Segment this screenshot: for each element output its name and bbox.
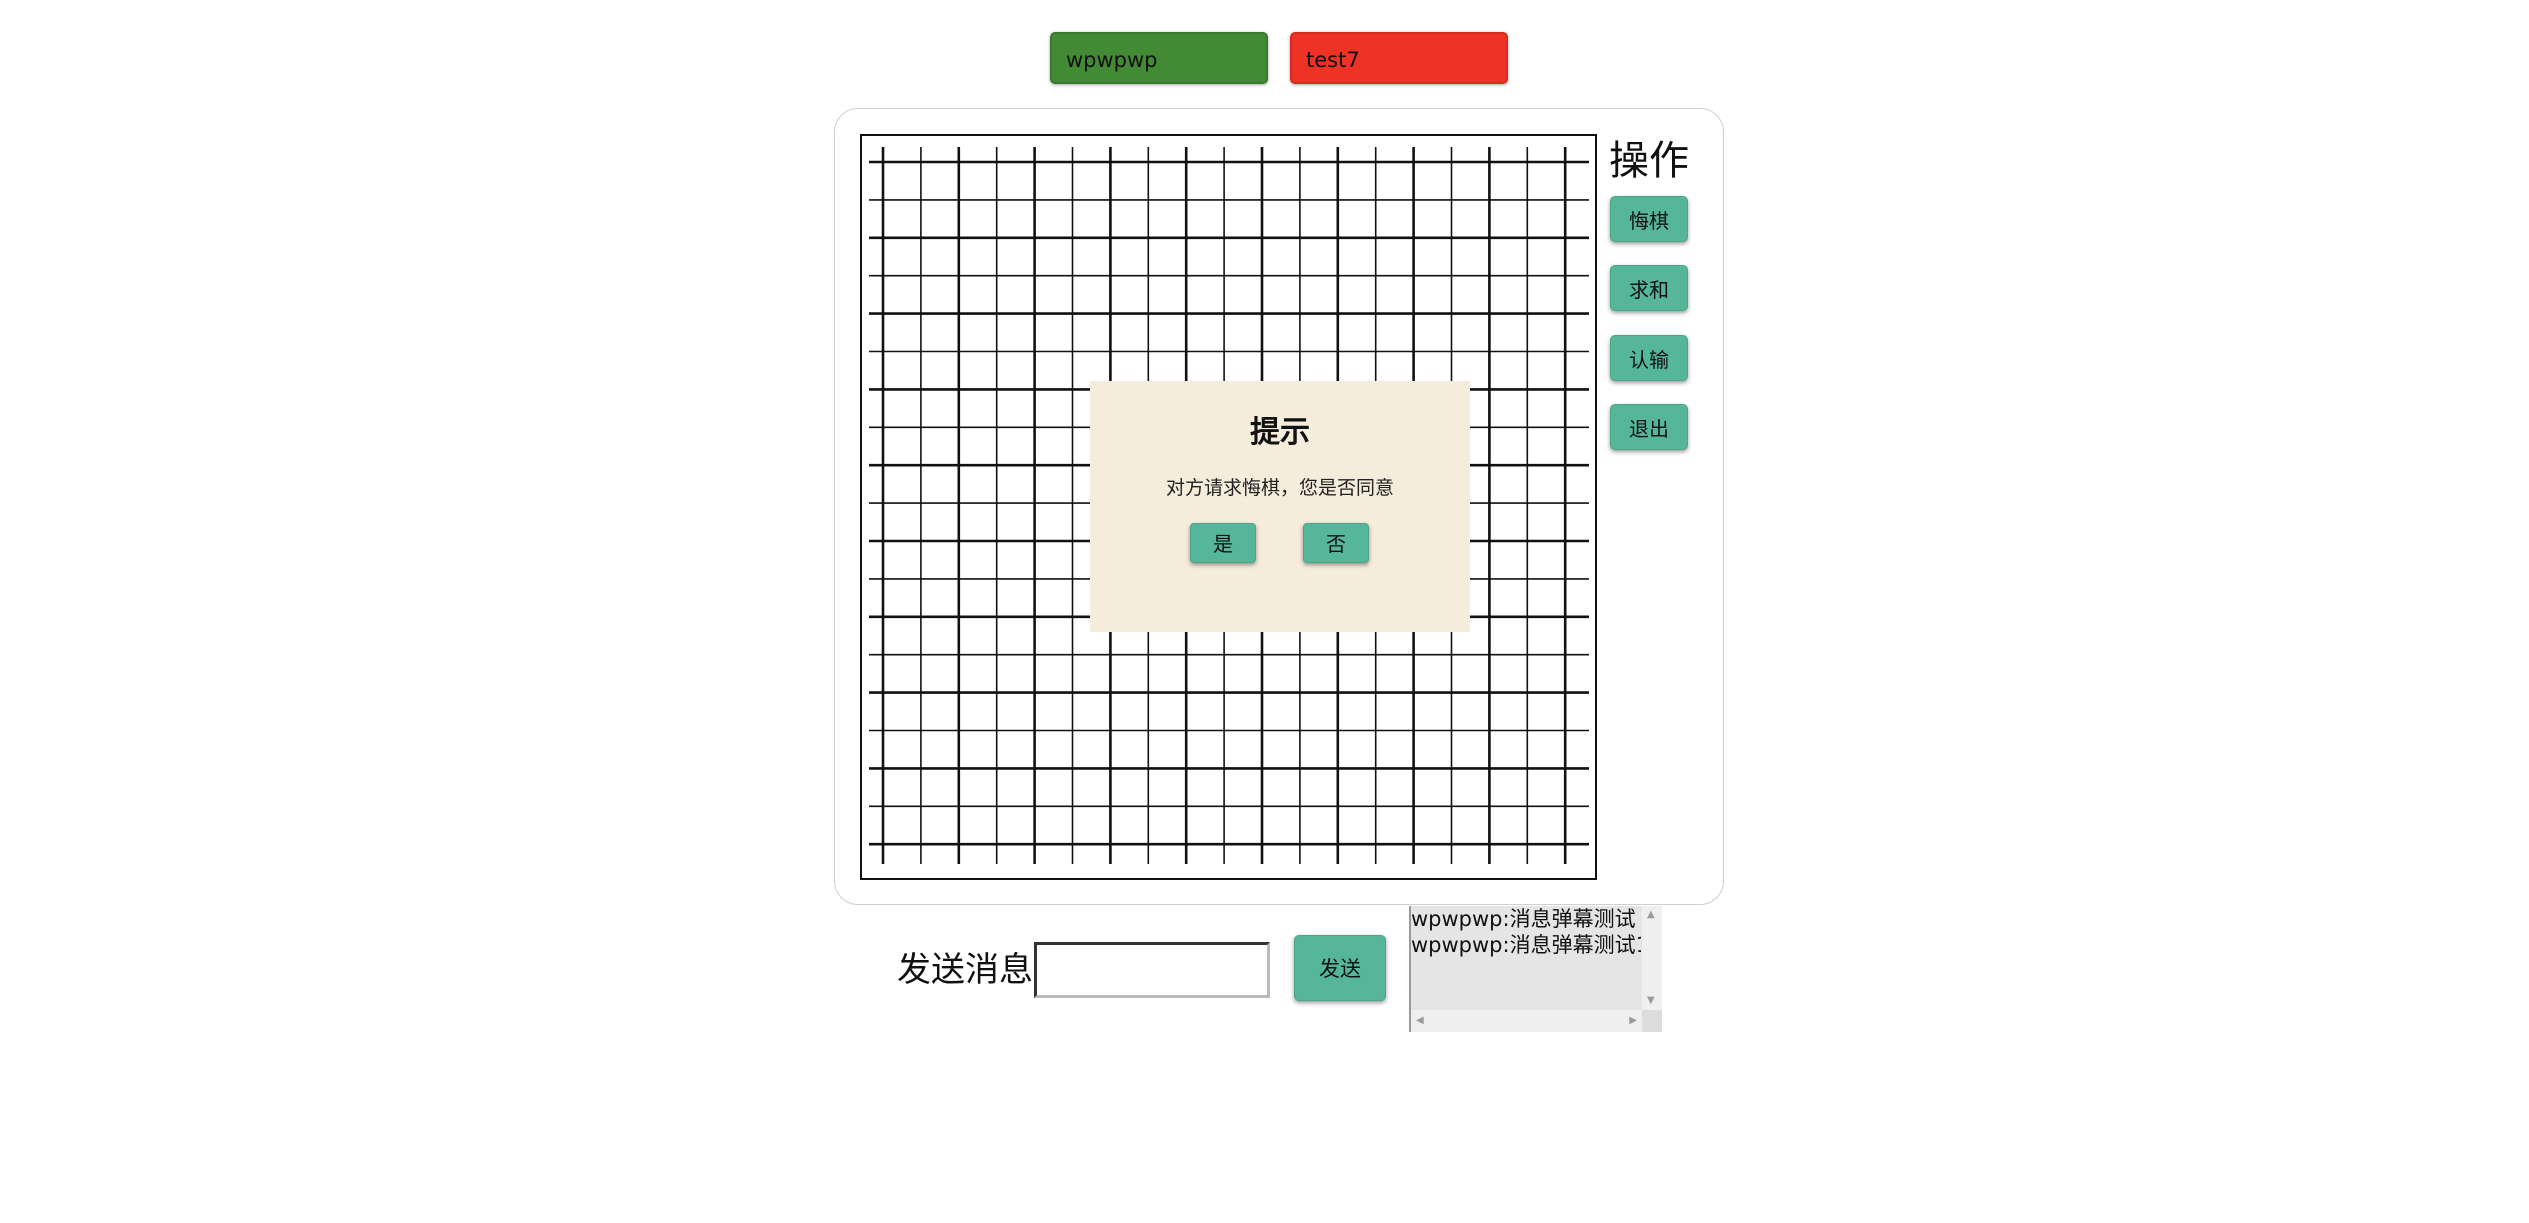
message-input[interactable] [1034,942,1270,998]
scroll-up-arrow-icon[interactable]: ▲ [1647,910,1655,920]
dialog-title: 提示 [1250,415,1310,450]
dialog-no-button[interactable]: 否 [1303,523,1369,563]
operations-title: 操作 [1609,138,1689,184]
scroll-left-arrow-icon[interactable]: ◀ [1416,1016,1424,1026]
scroll-right-arrow-icon[interactable]: ▶ [1629,1016,1637,1026]
request-draw-button[interactable]: 求和 [1610,265,1688,311]
vertical-scrollbar[interactable]: ▲ ▼ [1642,906,1662,1010]
chat-messages-box[interactable]: wpwpwp:消息弹幕测试 wpwpwp:消息弹幕测试1 ▲ ▼ ◀ ▶ [1409,906,1662,1032]
chat-message: wpwpwp:消息弹幕测试1 [1411,933,1641,957]
scroll-down-arrow-icon[interactable]: ▼ [1647,996,1655,1006]
player1-name-badge: wpwpwp [1050,32,1268,84]
horizontal-scrollbar[interactable]: ◀ ▶ [1411,1010,1642,1032]
resign-button[interactable]: 认输 [1610,335,1688,381]
chat-message: wpwpwp:消息弹幕测试 [1411,907,1636,931]
exit-button[interactable]: 退出 [1610,404,1688,450]
undo-move-button[interactable]: 悔棋 [1610,196,1688,242]
send-message-label: 发送消息: [897,950,1045,990]
scrollbar-corner [1642,1010,1662,1032]
prompt-dialog: 提示 对方请求悔棋，您是否同意 是 否 [1090,381,1470,632]
chat-message-list: wpwpwp:消息弹幕测试 wpwpwp:消息弹幕测试1 [1411,906,1641,1010]
player2-name-badge: test7 [1290,32,1508,84]
send-button[interactable]: 发送 [1294,935,1386,1001]
dialog-message: 对方请求悔棋，您是否同意 [1165,477,1394,499]
dialog-yes-button[interactable]: 是 [1190,523,1256,563]
